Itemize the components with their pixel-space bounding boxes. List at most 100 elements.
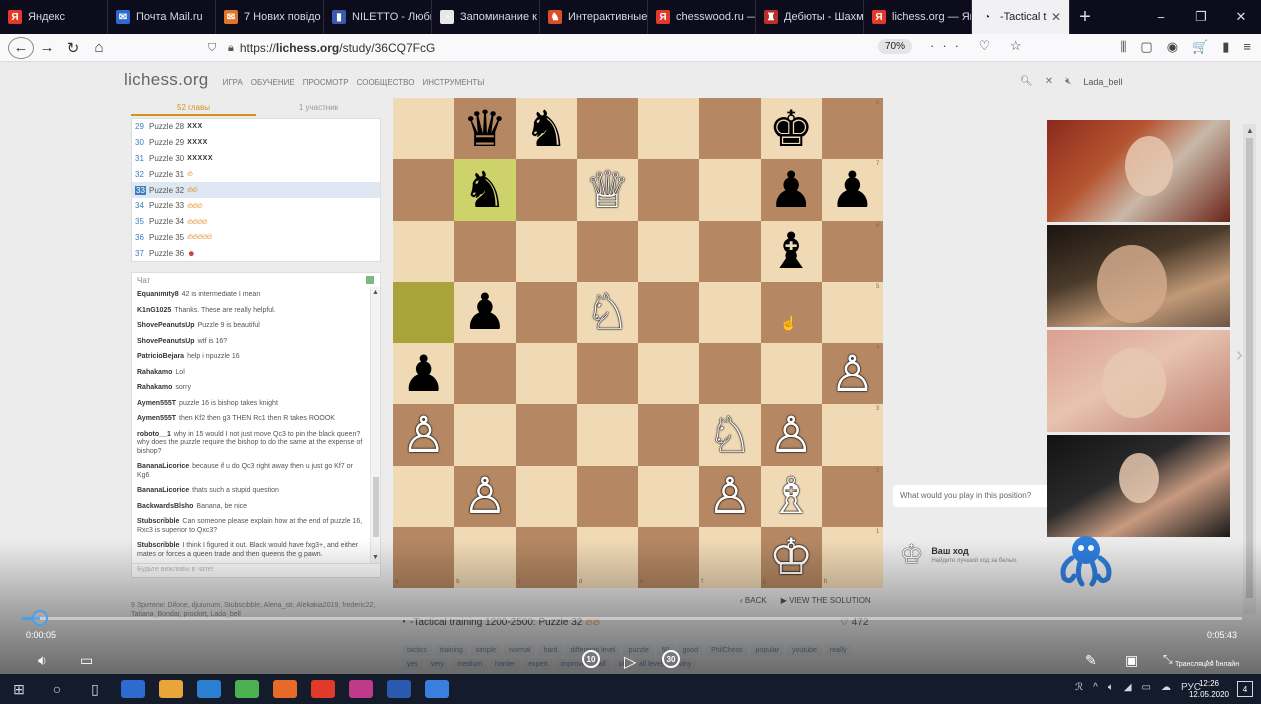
back-button[interactable]: ‹ BACK	[740, 596, 767, 605]
chat-username[interactable]: Stubscribble	[137, 542, 179, 549]
board-square[interactable]	[699, 98, 761, 160]
skip-back-button[interactable]: 10	[582, 650, 600, 668]
chat-input[interactable]: Будьте вежливы в чате!	[132, 563, 380, 577]
page-scrollbar[interactable]: ▲	[1243, 124, 1256, 614]
board-square[interactable]	[638, 159, 700, 221]
top-menu-item[interactable]: ОБУЧЕНИЕ	[251, 78, 295, 87]
chapter-item[interactable]: 31 Puzzle 30 XXXXX	[132, 151, 380, 167]
notifications-icon[interactable]: 4	[1237, 681, 1253, 697]
chevron-right-icon[interactable]: ›	[1236, 344, 1243, 367]
restore-window-icon[interactable]: ❐	[1181, 0, 1221, 34]
taskbar-app-icon[interactable]	[159, 680, 183, 698]
taskbar-app-icon[interactable]	[311, 680, 335, 698]
black-pawn-piece[interactable]: ♟	[822, 159, 883, 220]
board-square[interactable]	[638, 465, 700, 527]
board-square[interactable]	[821, 404, 883, 466]
page-scroll-thumb[interactable]	[1246, 138, 1253, 598]
browser-tab[interactable]: ✉ 7 Нових повідо	[216, 0, 324, 34]
chat-username[interactable]: BananaLicorice	[137, 487, 189, 494]
browser-tab[interactable]: Яchesswood.ru —	[648, 0, 756, 34]
tray-expand-icon[interactable]: ^	[1093, 682, 1098, 693]
skip-forward-button[interactable]: 30	[662, 650, 680, 668]
study-tag[interactable]: really	[824, 645, 852, 656]
chat-username[interactable]: Aymen555T	[137, 415, 176, 422]
chapter-item[interactable]: 30 Puzzle 29 XXXX	[132, 135, 380, 151]
study-tag[interactable]: youtube	[786, 645, 822, 656]
zoom-level[interactable]: 70%	[878, 39, 913, 54]
sidebar-icon[interactable]: ▢	[1140, 39, 1152, 55]
cart-icon[interactable]: 🛒	[1192, 39, 1208, 55]
white-pawn-piece[interactable]: ♙	[761, 404, 822, 465]
board-square[interactable]	[699, 281, 761, 343]
board-square[interactable]	[576, 343, 638, 405]
white-pawn-piece[interactable]: ♙	[699, 466, 760, 527]
top-menu-item[interactable]: ПРОСМОТР	[303, 78, 349, 87]
white-bishop-piece[interactable]: ♗	[761, 466, 822, 527]
network-icon[interactable]: ◢	[1124, 682, 1132, 693]
browser-tab[interactable]: Яlichess.org — Ян	[864, 0, 972, 34]
chat-username[interactable]: roboto__1	[137, 431, 171, 438]
taskbar-app-icon[interactable]	[235, 680, 259, 698]
board-square[interactable]	[515, 404, 577, 466]
flag-icon[interactable]: ▮	[1222, 39, 1229, 55]
black-queen-piece[interactable]: ♛	[454, 98, 515, 159]
study-tag[interactable]: training	[434, 645, 468, 656]
browser-tab[interactable]: ▮ NILETTO - Люби	[324, 0, 432, 34]
board-square[interactable]	[576, 220, 638, 282]
black-pawn-piece[interactable]: ♟	[454, 282, 515, 343]
board-square[interactable]	[576, 526, 638, 588]
chat-scrollbar[interactable]: ▲ ▼	[370, 287, 380, 563]
chat-username[interactable]: BananaLicorice	[137, 463, 189, 470]
black-bishop-piece[interactable]: ♝	[761, 221, 822, 282]
board-square[interactable]	[515, 159, 577, 221]
scroll-up-icon[interactable]: ▲	[372, 289, 379, 296]
library-icon[interactable]: ⫼	[1120, 39, 1126, 55]
tracking-shield-icon[interactable]: ⛉	[208, 42, 222, 55]
volume-icon[interactable]: 🔉︎	[38, 652, 47, 669]
lock-icon[interactable]: 🔒︎	[228, 42, 234, 55]
board-square[interactable]	[699, 526, 761, 588]
video-progress-bar[interactable]	[22, 610, 1242, 626]
board-square[interactable]	[515, 343, 577, 405]
study-tag[interactable]: tactics	[402, 645, 432, 656]
board-square[interactable]	[760, 281, 822, 343]
board-square[interactable]	[393, 526, 455, 588]
windows-start-icon[interactable]: ⊞	[0, 674, 38, 704]
chapter-item[interactable]: 29 Puzzle 28 XXX	[132, 119, 380, 135]
board-square[interactable]	[760, 343, 822, 405]
board-square[interactable]	[454, 220, 516, 282]
black-pawn-piece[interactable]: ♟	[761, 159, 822, 220]
board-square[interactable]	[393, 220, 455, 282]
page-actions-icon[interactable]: ··· ♡ ☆	[930, 38, 1030, 54]
black-pawn-piece[interactable]: ♟	[393, 343, 454, 404]
white-knight-piece[interactable]: ♘	[577, 282, 638, 343]
chapter-item[interactable]: 36 Puzzle 35 🔥︎🔥︎🔥︎🔥︎🔥︎	[132, 230, 380, 246]
back-arrow-icon[interactable]: ←	[8, 36, 34, 59]
keyboard-icon[interactable]: ▭	[1142, 682, 1151, 693]
study-tag[interactable]: very	[425, 659, 450, 670]
reload-icon[interactable]: ↻	[60, 37, 86, 59]
top-menu-item[interactable]: СООБЩЕСТВО	[357, 78, 415, 87]
board-square[interactable]	[638, 343, 700, 405]
white-queen-piece[interactable]: ♕	[577, 159, 638, 220]
board-square[interactable]	[821, 526, 883, 588]
browser-tab[interactable]: ♜ Дебюты - Шахм	[756, 0, 864, 34]
chat-username[interactable]: Equanimity8	[137, 291, 179, 298]
scroll-down-icon[interactable]: ▼	[372, 554, 379, 561]
task-view-icon[interactable]: ▯	[76, 674, 114, 704]
account-icon[interactable]: ◉	[1167, 39, 1178, 55]
board-square[interactable]	[515, 526, 577, 588]
board-square[interactable]	[393, 159, 455, 221]
board-square[interactable]	[638, 281, 700, 343]
top-menu-item[interactable]: ИНСТРУМЕНТЫ	[422, 78, 484, 87]
chat-scroll-thumb[interactable]	[373, 477, 379, 537]
close-tab-icon[interactable]: ✕	[1051, 10, 1061, 24]
browser-tab[interactable]: ✉ Почта Mail.ru	[108, 0, 216, 34]
chat-username[interactable]: ShovePeanutsUp	[137, 322, 195, 329]
chat-username[interactable]: Aymen555T	[137, 400, 176, 407]
screen-icon[interactable]: ▣	[1125, 652, 1138, 669]
board-square[interactable]	[638, 404, 700, 466]
cloud-icon[interactable]: ☁	[1161, 682, 1171, 693]
study-tag[interactable]: PhilChess	[706, 645, 748, 656]
white-pawn-piece[interactable]: ♙	[454, 466, 515, 527]
